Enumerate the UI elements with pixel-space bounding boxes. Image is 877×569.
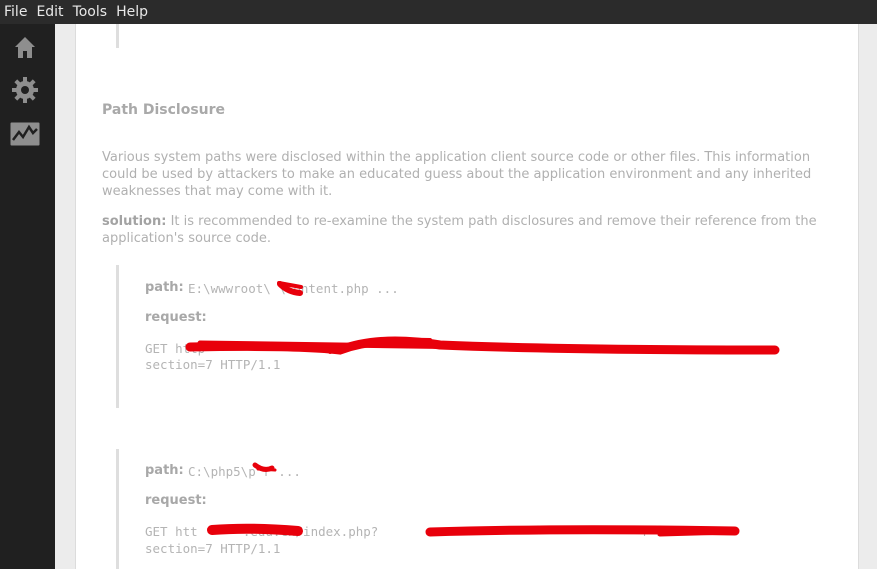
solution-label: solution: — [102, 214, 167, 229]
menu-file[interactable]: File — [0, 0, 32, 24]
path-label: path: — [145, 280, 184, 295]
request-line-1: GET htt .edu.cn/index.php? r=2& — [145, 524, 672, 539]
request-line-2: section=7 HTTP/1.1 — [145, 541, 281, 556]
request-label: request: — [145, 493, 207, 508]
path-value: C:\php5\p r ... — [188, 464, 301, 479]
quote-bar-entry-1 — [116, 265, 119, 408]
menu-bar: File Edit Tools Help — [0, 0, 877, 24]
path-value: E:\wwwroot\ \content.php ... — [188, 281, 399, 296]
request-line-2: section=7 HTTP/1.1 — [145, 357, 281, 372]
quote-bar-entry-2 — [116, 449, 119, 569]
home-icon[interactable] — [8, 30, 42, 64]
solution-text: It is recommended to re-examine the syst… — [102, 214, 817, 246]
sidebar — [0, 24, 55, 569]
quote-bar-top — [116, 24, 119, 48]
request-label: request: — [145, 310, 207, 325]
menu-help[interactable]: Help — [112, 0, 153, 24]
request-line-1: GET http — [145, 341, 206, 356]
activity-chart-icon[interactable] — [8, 117, 42, 151]
path-label: path: — [145, 463, 184, 478]
menu-tools[interactable]: Tools — [69, 0, 113, 24]
gear-icon[interactable] — [8, 73, 42, 107]
finding-title: Path Disclosure — [102, 102, 226, 118]
finding-solution: solution: It is recommended to re-examin… — [102, 213, 832, 247]
menu-edit[interactable]: Edit — [32, 0, 68, 24]
finding-description: Various system paths were disclosed with… — [102, 150, 812, 199]
